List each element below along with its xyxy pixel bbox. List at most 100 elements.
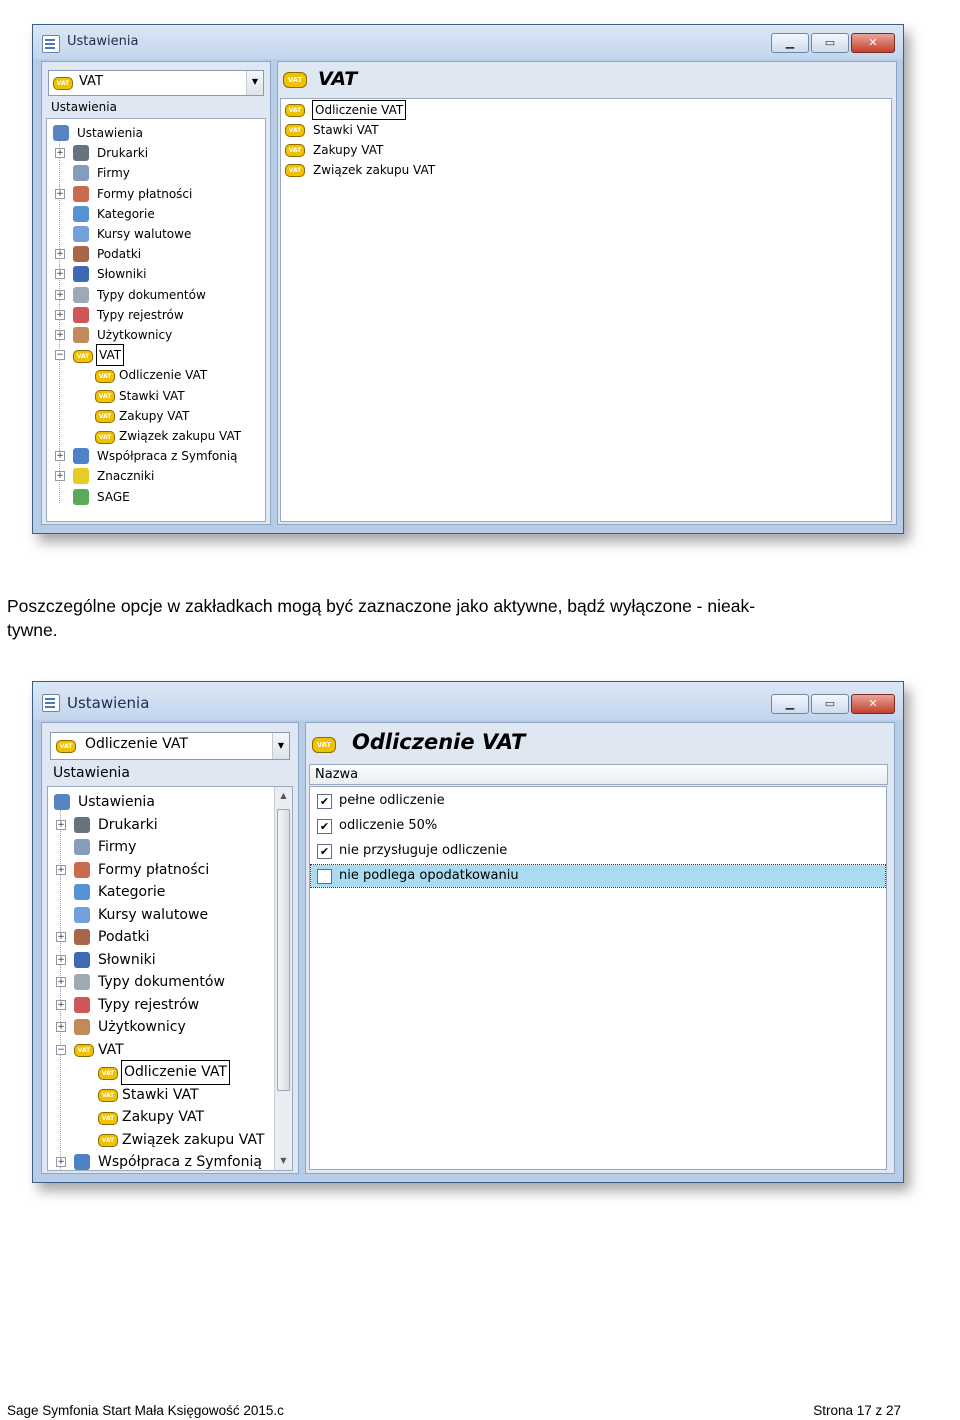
expand-icon[interactable]: + [56, 977, 66, 988]
tree-item[interactable]: + Typy dokumentów [48, 971, 292, 994]
tree-item[interactable]: Ustawienia [48, 791, 292, 814]
tree-item[interactable]: + Użytkownicy [47, 325, 265, 345]
tree-item[interactable]: + Podatki [47, 244, 265, 264]
panel-title: VAT [318, 68, 358, 90]
expand-icon[interactable]: + [55, 309, 65, 320]
close-button[interactable]: ✕ [851, 33, 895, 53]
tree-item[interactable]: Kategorie [47, 204, 265, 224]
tree-item[interactable]: Kursy walutowe [48, 904, 292, 927]
scroll-up-icon[interactable]: ▲ [275, 789, 292, 803]
tree-scrollbar[interactable]: ▲ ▼ [274, 787, 292, 1170]
tree-item[interactable]: VAT Odliczenie VAT [48, 1060, 292, 1085]
expand-icon[interactable]: + [55, 188, 65, 199]
tree-item[interactable]: VAT Zakupy VAT [47, 406, 265, 426]
expand-icon[interactable]: + [56, 864, 66, 875]
vat-options-list[interactable]: VAT Odliczenie VAT VAT Stawki VAT VAT Zakupy … [280, 98, 892, 522]
expand-icon[interactable]: + [55, 269, 65, 280]
maximize-button[interactable]: ▭ [811, 33, 849, 53]
tree-item[interactable]: + Współpraca z Symfonią [47, 446, 265, 466]
option-checkbox[interactable]: ✔ [317, 819, 332, 834]
tree-item[interactable]: + Podatki [48, 926, 292, 949]
expand-icon[interactable]: + [56, 1157, 66, 1168]
tree-item[interactable]: + Formy płatności [48, 859, 292, 882]
expand-icon[interactable]: + [55, 471, 65, 482]
close-button[interactable]: ✕ [851, 694, 895, 714]
tree-item[interactable]: VAT Stawki VAT [48, 1084, 292, 1107]
vat-icon: VAT [285, 164, 305, 177]
tree-item[interactable]: VAT Zakupy VAT [48, 1106, 292, 1129]
settings-combo[interactable]: VAT Odliczenie VAT ▼ [50, 732, 290, 760]
tree-item[interactable]: SAGE [47, 487, 265, 507]
scroll-thumb[interactable] [277, 809, 290, 1091]
settings-combo[interactable]: VAT VAT ▼ [48, 70, 264, 96]
expand-icon[interactable]: + [55, 330, 65, 341]
tree-item-label: Kursy walutowe [97, 227, 192, 241]
option-row[interactable]: nie podlega opodatkowaniu [310, 864, 886, 888]
tree-item[interactable]: VAT Odliczenie VAT [47, 365, 265, 385]
expand-icon[interactable]: + [55, 148, 65, 159]
collapse-icon[interactable]: − [56, 1044, 66, 1055]
tree-item[interactable]: Kategorie [48, 881, 292, 904]
expand-icon[interactable]: + [56, 932, 66, 943]
users-icon [73, 327, 89, 344]
maximize-button[interactable]: ▭ [811, 694, 849, 714]
settings-tree[interactable]: Ustawienia + Drukarki Firmy + Formy płatności… [46, 118, 266, 522]
expand-icon[interactable]: + [56, 819, 66, 830]
expand-icon[interactable]: + [56, 999, 66, 1010]
window-title: Ustawienia [67, 694, 150, 712]
tree-item[interactable]: − VAT VAT [48, 1039, 292, 1062]
column-header-nazwa[interactable]: Nazwa [309, 764, 888, 785]
minimize-button[interactable]: ▁ [771, 33, 809, 53]
tree-item[interactable]: + Typy rejestrów [48, 994, 292, 1017]
tree-item[interactable]: + Słowniki [47, 264, 265, 284]
tree-item-label: Typy dokumentów [98, 974, 225, 990]
option-checkbox[interactable]: ✔ [317, 844, 332, 859]
vat-icon: VAT [95, 369, 115, 383]
tree-item[interactable]: + Współpraca z Symfonią [48, 1151, 292, 1170]
option-checkbox[interactable] [317, 869, 332, 884]
title-bar[interactable]: Ustawienia ▁ ▭ ✕ [33, 682, 903, 720]
tree-item[interactable]: Firmy [47, 163, 265, 183]
tree-item[interactable]: + Typy rejestrów [47, 305, 265, 325]
dictionary-icon [73, 266, 89, 283]
tree-item[interactable]: + Użytkownicy [48, 1016, 292, 1039]
tools-icon [53, 125, 69, 142]
tree-item[interactable]: Firmy [48, 836, 292, 859]
vat-icon: VAT [98, 1134, 118, 1148]
tree-item[interactable]: + Słowniki [48, 949, 292, 972]
chevron-down-icon[interactable]: ▼ [246, 71, 263, 95]
option-checkbox[interactable]: ✔ [317, 794, 332, 809]
settings-app-icon [42, 35, 60, 53]
tree-item-label: VAT [98, 1041, 124, 1058]
vat-icon: VAT [285, 104, 305, 117]
chevron-down-icon[interactable]: ▼ [272, 733, 289, 759]
tree-item[interactable]: VAT Stawki VAT [47, 386, 265, 406]
tree-item[interactable]: Ustawienia [47, 123, 265, 143]
document-types-icon [74, 974, 90, 991]
expand-icon[interactable]: + [56, 1022, 66, 1033]
option-row[interactable]: ✔ nie przysługuje odliczenie [311, 840, 885, 862]
expand-icon[interactable]: + [55, 451, 65, 462]
tree-item[interactable]: Kursy walutowe [47, 224, 265, 244]
collapse-icon[interactable]: − [55, 350, 65, 361]
expand-icon[interactable]: + [55, 289, 65, 300]
minimize-button[interactable]: ▁ [771, 694, 809, 714]
tree-item[interactable]: + Typy dokumentów [47, 285, 265, 305]
tree-item[interactable]: VAT Związek zakupu VAT [48, 1129, 292, 1152]
expand-icon[interactable]: + [56, 954, 66, 965]
tree-item[interactable]: + Znaczniki [47, 466, 265, 486]
title-bar[interactable]: Ustawienia ▁ ▭ ✕ [33, 25, 903, 59]
section-label: Ustawienia [51, 100, 117, 114]
expand-icon[interactable]: + [55, 249, 65, 260]
tree-item[interactable]: + Drukarki [48, 814, 292, 837]
settings-tree[interactable]: Ustawienia + Drukarki Firmy + Formy płatności… [47, 786, 293, 1171]
vat-setting-label: Związek zakupu VAT [313, 163, 436, 177]
vat-deduction-options[interactable]: ✔ pełne odliczenie ✔ odliczenie 50% ✔ nie prz… [309, 786, 887, 1170]
tree-item[interactable]: VAT Związek zakupu VAT [47, 426, 265, 446]
tree-item[interactable]: + Drukarki [47, 143, 265, 163]
scroll-down-icon[interactable]: ▼ [275, 1154, 292, 1168]
option-row[interactable]: ✔ pełne odliczenie [311, 790, 885, 812]
option-row[interactable]: ✔ odliczenie 50% [311, 815, 885, 837]
tree-item[interactable]: − VAT VAT [47, 344, 265, 367]
tree-item[interactable]: + Formy płatności [47, 184, 265, 204]
